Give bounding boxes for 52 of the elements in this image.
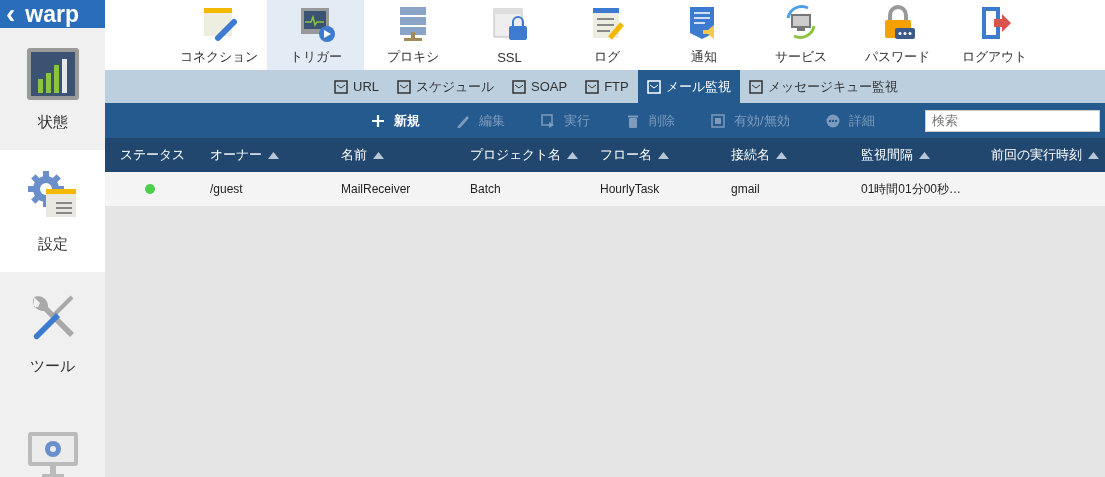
nav-item[interactable]: プロキシ: [364, 0, 461, 70]
column-header[interactable]: 名前: [326, 138, 455, 172]
table-cell-text: 01時間01分00秒…: [860, 180, 963, 198]
trash-icon: [626, 113, 640, 128]
column-header[interactable]: 前回の実行時刻: [976, 138, 1105, 172]
sort-icon[interactable]: [567, 151, 578, 159]
search-field[interactable]: 検索: [925, 109, 1100, 132]
sub-tab[interactable]: メール監視: [637, 70, 740, 103]
column-header[interactable]: オーナー: [195, 138, 326, 172]
column-header[interactable]: 接続名: [716, 138, 846, 172]
table-cell-text: MailReceiver: [340, 181, 412, 198]
nav-item[interactable]: コネクション: [170, 0, 267, 70]
nav-item[interactable]: パスワード: [849, 0, 946, 70]
app-title: warp: [25, 0, 79, 28]
nav-item[interactable]: ログアウト: [946, 0, 1043, 70]
sub-tab[interactable]: URL: [325, 70, 388, 103]
more-icon: [825, 113, 840, 128]
toolbar-button[interactable]: 新規: [353, 111, 438, 130]
column-header[interactable]: プロジェクト名: [455, 138, 585, 172]
sort-icon[interactable]: [373, 151, 384, 159]
back-icon[interactable]: ‹: [6, 0, 16, 28]
column-header[interactable]: 監視間隔: [846, 138, 976, 172]
sub-tab[interactable]: メッセージキュー監視: [739, 70, 907, 103]
plus-icon: [371, 113, 385, 128]
nav-item[interactable]: ログ: [558, 0, 655, 70]
sidebar-item[interactable]: 状態: [0, 28, 105, 150]
envelope-icon: [646, 79, 661, 94]
sort-icon[interactable]: [268, 151, 279, 159]
nav-item[interactable]: トリガー: [267, 0, 364, 70]
run-icon: [541, 113, 555, 128]
app-header[interactable]: ‹ warp: [0, 0, 105, 28]
bar-chart-icon: [25, 46, 80, 101]
table-cell-text: Batch: [469, 181, 502, 198]
table-cell-text: HourlyTask: [599, 181, 661, 198]
sub-tab[interactable]: FTP: [576, 70, 638, 103]
column-header[interactable]: ステータス: [105, 138, 195, 172]
nav-item[interactable]: サービス: [752, 0, 849, 70]
sub-tab[interactable]: スケジュール: [388, 70, 503, 103]
sort-icon[interactable]: [1088, 151, 1099, 159]
nav-item[interactable]: SSL: [461, 0, 558, 70]
sort-icon[interactable]: [919, 151, 930, 159]
toggle-frame-icon: [711, 113, 725, 128]
sidebar-item[interactable]: 設定: [0, 150, 105, 272]
sidebar-item[interactable]: ツール: [0, 272, 105, 394]
sort-icon[interactable]: [776, 151, 787, 159]
pencil-icon: [456, 113, 470, 128]
sub-tab[interactable]: SOAP: [503, 70, 577, 103]
table-cell-text: gmail: [730, 181, 761, 198]
table-cell-text: /guest: [209, 181, 244, 198]
column-header[interactable]: フロー名: [585, 138, 716, 172]
sort-icon[interactable]: [658, 151, 669, 159]
nav-item[interactable]: 通知: [655, 0, 752, 70]
